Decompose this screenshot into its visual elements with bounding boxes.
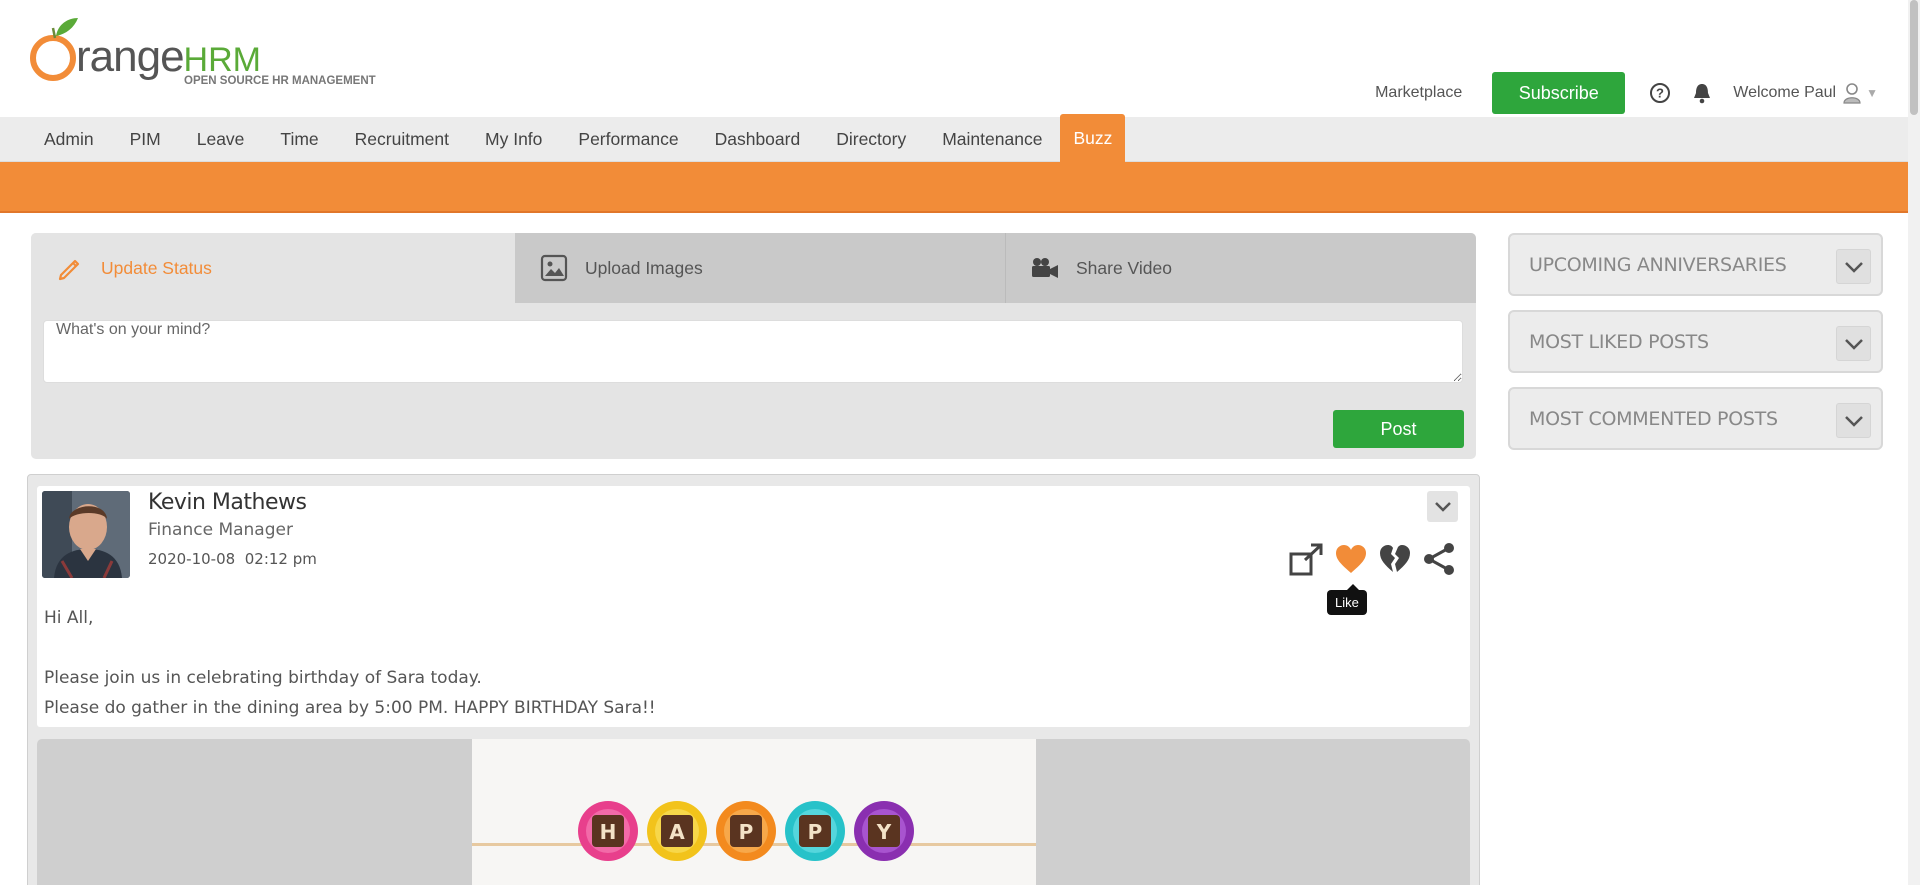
menu-item-my-info[interactable]: My Info [467,117,560,162]
like-heart-icon[interactable] [1332,540,1370,578]
tab-label: Update Status [101,257,212,278]
widget-upcoming-anniversaries: UPCOMING ANNIVERSARIES [1508,233,1883,296]
share-icon[interactable] [1420,540,1458,578]
marketplace-link[interactable]: Marketplace [1375,84,1462,102]
image-icon [539,253,569,283]
post-button[interactable]: Post [1333,410,1464,448]
post-line: Hi All, [44,608,94,628]
tab-share-video[interactable]: Share Video [1006,233,1476,303]
post-photo-cupcakes[interactable]: H A P P Y [472,739,1036,885]
status-textarea[interactable] [43,320,1463,383]
post-card: Kevin Mathews Finance Manager 2020-10-08… [37,486,1470,727]
widget-title: UPCOMING ANNIVERSARIES [1529,254,1787,276]
chevron-down-icon: ▼ [1866,86,1878,100]
widget-expand-button[interactable] [1836,249,1871,284]
feed-post: Kevin Mathews Finance Manager 2020-10-08… [27,474,1480,885]
welcome-user-menu[interactable]: Welcome Paul ▼ [1733,82,1878,104]
orangehrm-logo[interactable]: rangeHRM OPEN SOURCE HR MANAGEMENT [28,14,388,90]
welcome-text: Welcome Paul [1733,84,1837,101]
widget-most-liked-posts: MOST LIKED POSTS [1508,310,1883,373]
post-line: Please do gather in the dining area by 5… [44,698,656,718]
help-icon[interactable]: ? [1649,82,1671,104]
scrollbar-thumb[interactable] [1910,0,1918,115]
menu-item-maintenance[interactable]: Maintenance [924,117,1060,162]
avatar[interactable] [42,491,130,578]
menu-item-dashboard[interactable]: Dashboard [697,117,819,162]
like-tooltip: Like [1327,584,1367,615]
image-letter: A [669,820,685,844]
chevron-down-icon [1844,415,1863,427]
share-box-icon[interactable] [1288,540,1326,578]
widget-title: MOST COMMENTED POSTS [1529,408,1778,430]
post-image-area: H A P P Y [37,739,1470,885]
svg-text:?: ? [1656,86,1664,101]
tab-label: Share Video [1076,257,1173,278]
post-time: 02:12 pm [244,550,317,568]
bell-icon[interactable] [1691,82,1713,104]
image-letter: H [600,820,617,844]
page-scrollbar[interactable] [1908,0,1920,885]
menu-item-admin[interactable]: Admin [26,117,112,162]
tab-update-status[interactable]: Update Status [31,233,515,303]
pencil-icon [55,253,85,283]
submenu-bar [0,162,1908,213]
user-icon [1843,83,1861,104]
post-options-button[interactable] [1427,491,1458,522]
widget-most-commented-posts: MOST COMMENTED POSTS [1508,387,1883,450]
menu-item-leave[interactable]: Leave [179,117,263,162]
status-composer: Update Status Upload Images Share Video … [31,233,1476,459]
tab-upload-images[interactable]: Upload Images [515,233,1006,303]
image-letter: P [808,820,823,844]
widget-title: MOST LIKED POSTS [1529,331,1709,353]
image-letter: Y [876,820,892,844]
unlike-broken-heart-icon[interactable] [1376,540,1414,578]
main-menu: Admin PIM Leave Time Recruitment My Info… [0,114,1908,162]
video-camera-icon [1030,253,1060,283]
post-author-job-title: Finance Manager [148,520,293,540]
widget-expand-button[interactable] [1836,403,1871,438]
widget-expand-button[interactable] [1836,326,1871,361]
post-line: Please join us in celebrating birthday o… [44,668,482,688]
orangehrm-buzz-page: rangeHRM OPEN SOURCE HR MANAGEMENT Marke… [0,0,1920,885]
chevron-down-icon [1434,501,1451,512]
chevron-down-icon [1844,261,1863,273]
post-timestamp: 2020-10-08 02:12 pm [148,550,317,568]
chevron-down-icon [1844,338,1863,350]
logo-tagline: OPEN SOURCE HR MANAGEMENT [184,75,376,87]
menu-item-buzz[interactable]: Buzz [1060,114,1126,162]
menu-item-time[interactable]: Time [262,117,336,162]
header-actions: Marketplace Subscribe ? Welcome Paul ▼ [1375,72,1878,114]
post-author-name[interactable]: Kevin Mathews [148,490,307,515]
subscribe-button[interactable]: Subscribe [1492,72,1626,114]
post-actions [1282,540,1458,578]
post-body: Hi All, Please join us in celebrating bi… [44,603,656,723]
top-header: rangeHRM OPEN SOURCE HR MANAGEMENT Marke… [0,0,1908,117]
image-letter: P [739,820,754,844]
menu-item-directory[interactable]: Directory [818,117,924,162]
post-line-spacer [44,633,656,663]
menu-item-recruitment[interactable]: Recruitment [337,117,467,162]
tab-label: Upload Images [585,257,703,278]
menu-item-performance[interactable]: Performance [560,117,696,162]
post-date: 2020-10-08 [148,550,236,568]
menu-item-pim[interactable]: PIM [112,117,179,162]
composer-tabs: Update Status Upload Images Share Video [31,233,1476,303]
